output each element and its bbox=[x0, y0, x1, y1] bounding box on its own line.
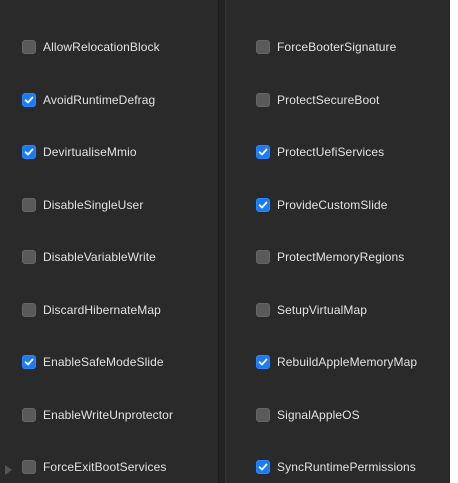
checkbox-label: AllowRelocationBlock bbox=[43, 40, 160, 54]
checkbox-unchecked[interactable] bbox=[22, 250, 36, 264]
checkbox-row-avoid-runtime-defrag[interactable]: AvoidRuntimeDefrag bbox=[22, 91, 155, 109]
checkbox-checked[interactable] bbox=[256, 355, 270, 369]
checkbox-label: ProtectUefiServices bbox=[277, 145, 385, 159]
checkbox-label: ProvideCustomSlide bbox=[277, 197, 388, 212]
right-checkbox-column: ForceBooterSignature ProtectSecureBoot Pro… bbox=[256, 0, 450, 483]
checkbox-unchecked[interactable] bbox=[256, 40, 270, 54]
checkbox-unchecked[interactable] bbox=[256, 250, 270, 264]
checkbox-label: DevirtualiseMmio bbox=[43, 145, 137, 159]
checkbox-label: SyncRuntimePermissions bbox=[277, 460, 416, 474]
checkbox-label: SetupVirtualMap bbox=[277, 302, 367, 317]
checkbox-row-setup-virtual-map[interactable]: SetupVirtualMap bbox=[256, 301, 367, 319]
checkbox-label: EnableWriteUnprotector bbox=[43, 407, 174, 422]
checkbox-unchecked[interactable] bbox=[256, 302, 270, 317]
column-divider bbox=[218, 0, 226, 483]
checkbox-unchecked[interactable] bbox=[22, 197, 36, 212]
checkbox-row-force-exit-boot-services[interactable]: ForceExitBootServices bbox=[22, 458, 166, 476]
checkmark-icon bbox=[258, 463, 268, 471]
checkbox-row-force-booter-signature[interactable]: ForceBooterSignature bbox=[256, 38, 396, 56]
checkbox-checked[interactable] bbox=[22, 92, 36, 107]
checkmark-icon bbox=[24, 148, 34, 156]
checkbox-label: SignalAppleOS bbox=[277, 407, 360, 422]
checkbox-label: ProtectSecureBoot bbox=[277, 92, 380, 107]
checkbox-label: AvoidRuntimeDefrag bbox=[43, 92, 156, 107]
checkbox-row-disable-variable-write[interactable]: DisableVariableWrite bbox=[22, 248, 156, 266]
checkbox-row-enable-write-unprotector[interactable]: EnableWriteUnprotector bbox=[22, 406, 173, 424]
checkbox-row-discard-hibernate-map[interactable]: DiscardHibernateMap bbox=[22, 301, 161, 319]
checkbox-label: DisableVariableWrite bbox=[43, 250, 156, 264]
checkbox-checked[interactable] bbox=[256, 460, 270, 474]
checkbox-label: ForceBooterSignature bbox=[277, 40, 397, 54]
checkbox-row-protect-memory-regions[interactable]: ProtectMemoryRegions bbox=[256, 248, 404, 266]
checkbox-label: EnableSafeModeSlide bbox=[43, 355, 164, 369]
checkbox-row-protect-secure-boot[interactable]: ProtectSecureBoot bbox=[256, 91, 379, 109]
checkbox-row-provide-custom-slide[interactable]: ProvideCustomSlide bbox=[256, 196, 388, 214]
quirks-panel: AllowRelocationBlock AvoidRuntimeDefrag De… bbox=[0, 0, 450, 483]
checkmark-icon bbox=[258, 358, 268, 366]
checkbox-row-enable-safe-mode-slide[interactable]: EnableSafeModeSlide bbox=[22, 353, 164, 371]
checkbox-checked[interactable] bbox=[256, 145, 270, 159]
checkmark-icon bbox=[258, 148, 268, 156]
cursor-arrow-icon bbox=[5, 465, 12, 475]
checkbox-label: ForceExitBootServices bbox=[43, 460, 167, 474]
checkbox-row-devirtualise-mmio[interactable]: DevirtualiseMmio bbox=[22, 143, 137, 161]
checkbox-unchecked[interactable] bbox=[256, 92, 270, 107]
checkbox-row-sync-runtime-permissions[interactable]: SyncRuntimePermissions bbox=[256, 458, 416, 476]
checkbox-row-rebuild-apple-memory-map[interactable]: RebuildAppleMemoryMap bbox=[256, 353, 417, 371]
checkbox-checked[interactable] bbox=[22, 145, 36, 159]
checkbox-unchecked[interactable] bbox=[256, 407, 270, 422]
checkbox-unchecked[interactable] bbox=[22, 407, 36, 422]
checkmark-icon bbox=[24, 96, 34, 103]
checkbox-checked[interactable] bbox=[22, 355, 36, 369]
checkbox-label: RebuildAppleMemoryMap bbox=[277, 355, 418, 369]
checkbox-unchecked[interactable] bbox=[22, 302, 36, 317]
checkbox-row-protect-uefi-services[interactable]: ProtectUefiServices bbox=[256, 143, 384, 161]
checkmark-icon bbox=[24, 358, 34, 366]
checkmark-icon bbox=[258, 201, 268, 208]
checkbox-checked[interactable] bbox=[256, 197, 270, 212]
checkbox-label: DiscardHibernateMap bbox=[43, 302, 161, 317]
checkbox-unchecked[interactable] bbox=[22, 460, 36, 474]
left-checkbox-column: AllowRelocationBlock AvoidRuntimeDefrag De… bbox=[22, 0, 218, 483]
checkbox-row-allow-relocation-block[interactable]: AllowRelocationBlock bbox=[22, 38, 160, 56]
checkbox-row-disable-single-user[interactable]: DisableSingleUser bbox=[22, 196, 143, 214]
checkbox-label: DisableSingleUser bbox=[43, 197, 144, 212]
checkbox-row-signal-apple-os[interactable]: SignalAppleOS bbox=[256, 406, 360, 424]
checkbox-label: ProtectMemoryRegions bbox=[277, 250, 405, 264]
checkbox-unchecked[interactable] bbox=[22, 40, 36, 54]
